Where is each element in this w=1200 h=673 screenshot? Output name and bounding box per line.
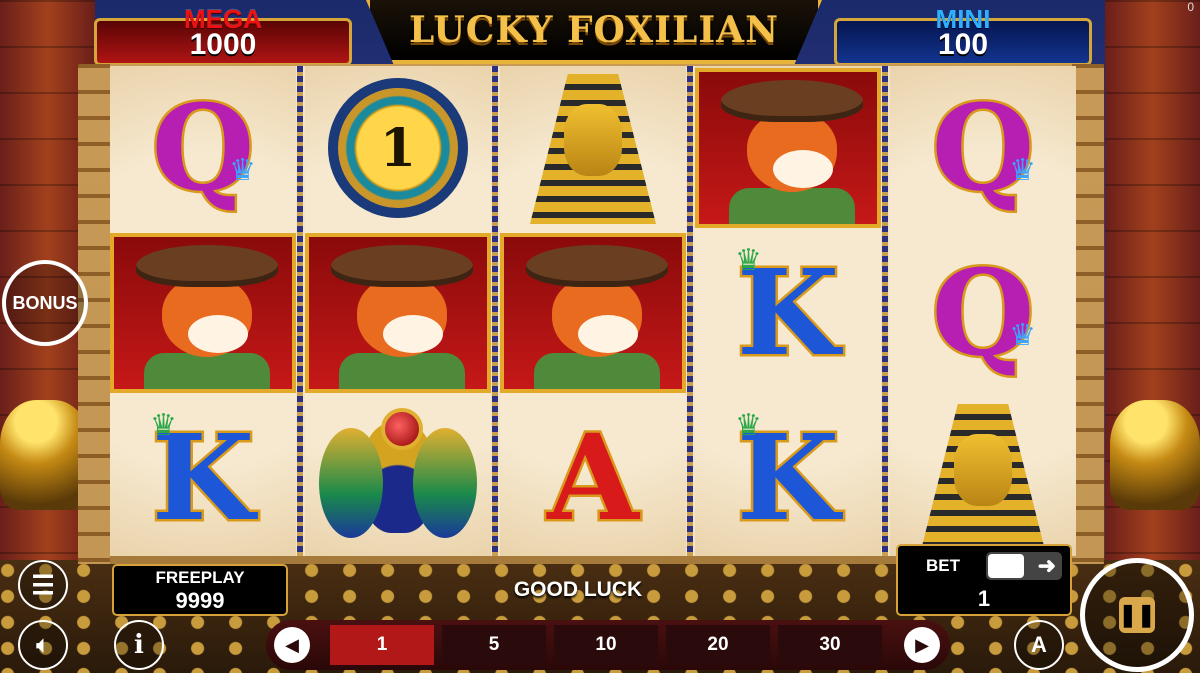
scarab-wing-left	[319, 428, 383, 538]
treasure-pot-right	[1110, 400, 1200, 510]
game-title: LUCKY FOXILIAN	[409, 9, 779, 51]
mini-jackpot: MINI 100	[834, 4, 1092, 66]
reel-separator	[882, 66, 888, 556]
chevron-left-icon: ◀	[285, 634, 299, 655]
symbol-pharaoh	[500, 68, 686, 228]
bet-next-button[interactable]: ▶	[904, 627, 940, 663]
arrow-right-icon: ➜	[1037, 553, 1056, 578]
crown-icon: ♛	[150, 409, 177, 442]
fox-snout	[578, 315, 638, 353]
crown-icon: ♛	[735, 409, 762, 442]
fox-hat	[136, 245, 278, 287]
fox-snout	[383, 315, 443, 353]
reel-1: Q ♛ K ♛	[110, 66, 296, 556]
bet-option-5[interactable]: 5	[442, 625, 546, 665]
corner-counter: 0	[1187, 0, 1194, 14]
bet-prev-button[interactable]: ◀	[274, 627, 310, 663]
mega-jackpot-label: MEGA	[184, 4, 262, 34]
toggle-knob	[988, 554, 1024, 578]
reel-3: A♛	[500, 66, 686, 556]
symbol-k: K ♛	[695, 398, 881, 556]
reel-5: Q ♛ Q ♛	[890, 66, 1076, 556]
symbol-q: Q ♛	[890, 233, 1076, 393]
fox-snout	[188, 315, 248, 353]
fox-snout	[773, 150, 833, 188]
coin-icon: 1	[328, 78, 468, 218]
symbol-fox	[305, 233, 491, 393]
bet-option-20[interactable]: 20	[666, 625, 770, 665]
speaker-icon: 🔈︎	[36, 632, 50, 657]
bet-toggle[interactable]: ➜	[986, 552, 1062, 580]
symbol-letter: Q	[929, 243, 1037, 382]
crown-icon: ♛	[735, 244, 762, 277]
info-button[interactable]: i	[114, 620, 164, 670]
reel-separator	[492, 66, 498, 556]
pause-icon: ❚❚	[1119, 597, 1155, 633]
bet-option-10[interactable]: 10	[554, 625, 658, 665]
symbol-q: Q ♛	[890, 68, 1076, 228]
bonus-button[interactable]: BONUS	[2, 260, 88, 346]
bonus-button-label: BONUS	[12, 292, 78, 313]
reel-4: K ♛ K ♛	[695, 66, 881, 556]
bet-label: BET	[926, 556, 960, 575]
hamburger-menu-icon: ☰	[31, 570, 55, 600]
fox-shirt	[339, 353, 465, 389]
info-icon: i	[134, 630, 144, 660]
symbol-q: Q ♛	[110, 68, 296, 228]
symbol-coin: 1	[305, 68, 491, 228]
crown-icon: ♛	[229, 154, 256, 187]
symbol-a: A♛	[500, 398, 686, 556]
mega-jackpot: MEGA 1000	[94, 4, 352, 66]
scarab-gem	[381, 408, 423, 450]
bet-option-30[interactable]: 30	[778, 625, 882, 665]
pharaoh-facep	[564, 104, 622, 176]
chevron-right-icon: ▶	[915, 634, 929, 655]
symbol-pharaoh	[890, 398, 1076, 556]
mini-jackpot-label: MINI	[935, 4, 991, 34]
symbol-k: K ♛	[695, 233, 881, 393]
sound-button[interactable]: 🔈︎	[18, 620, 68, 670]
symbol-letter: Q	[149, 78, 257, 217]
symbol-fox	[500, 233, 686, 393]
reel-grid: Q♛K♛1A♛K♛K♛Q♛Q♛	[110, 66, 1076, 556]
fox-hat	[331, 245, 473, 287]
autoplay-icon: A	[1031, 632, 1047, 657]
reel-2: 1	[305, 66, 491, 556]
fox-shirt	[144, 353, 270, 389]
treasure-pot-left	[0, 400, 90, 510]
spin-button[interactable]: ❚❚	[1080, 558, 1194, 672]
game-logo: LUCKY FOXILIAN	[366, 0, 822, 64]
pharaoh-facep	[954, 434, 1012, 506]
symbol-k: K ♛	[110, 398, 296, 556]
symbol-letter: A	[545, 408, 642, 547]
autoplay-button[interactable]: A	[1014, 620, 1064, 670]
symbol-scarab	[305, 398, 491, 556]
symbol-fox	[110, 233, 296, 393]
freeplay-panel: FREEPLAY 9999	[112, 564, 288, 616]
fox-shirt	[534, 353, 660, 389]
symbol-letter: Q	[929, 78, 1037, 217]
fox-hat	[721, 80, 863, 122]
scarab-wing-right	[413, 428, 477, 538]
fox-shirt	[729, 188, 855, 224]
crown-icon: ♛	[1009, 319, 1036, 352]
coin-value: 1	[379, 117, 417, 179]
bet-panel: BET ➜ 1	[896, 544, 1072, 616]
fox-hat	[526, 245, 668, 287]
bet-value: 1	[977, 586, 991, 611]
status-message: GOOD LUCK	[513, 578, 643, 601]
menu-button[interactable]: ☰	[18, 560, 68, 610]
reel-separator	[297, 66, 303, 556]
hieroglyph-border-right	[1072, 64, 1104, 564]
bet-option-1[interactable]: 1	[330, 625, 434, 665]
freeplay-label: FREEPLAY	[155, 568, 245, 587]
crown-icon: ♛	[1009, 154, 1036, 187]
symbol-fox	[695, 68, 881, 228]
freeplay-value: 9999	[175, 588, 225, 613]
reel-separator	[687, 66, 693, 556]
bet-selector: ◀ ▶ 1 5 10 20 30	[266, 620, 950, 670]
